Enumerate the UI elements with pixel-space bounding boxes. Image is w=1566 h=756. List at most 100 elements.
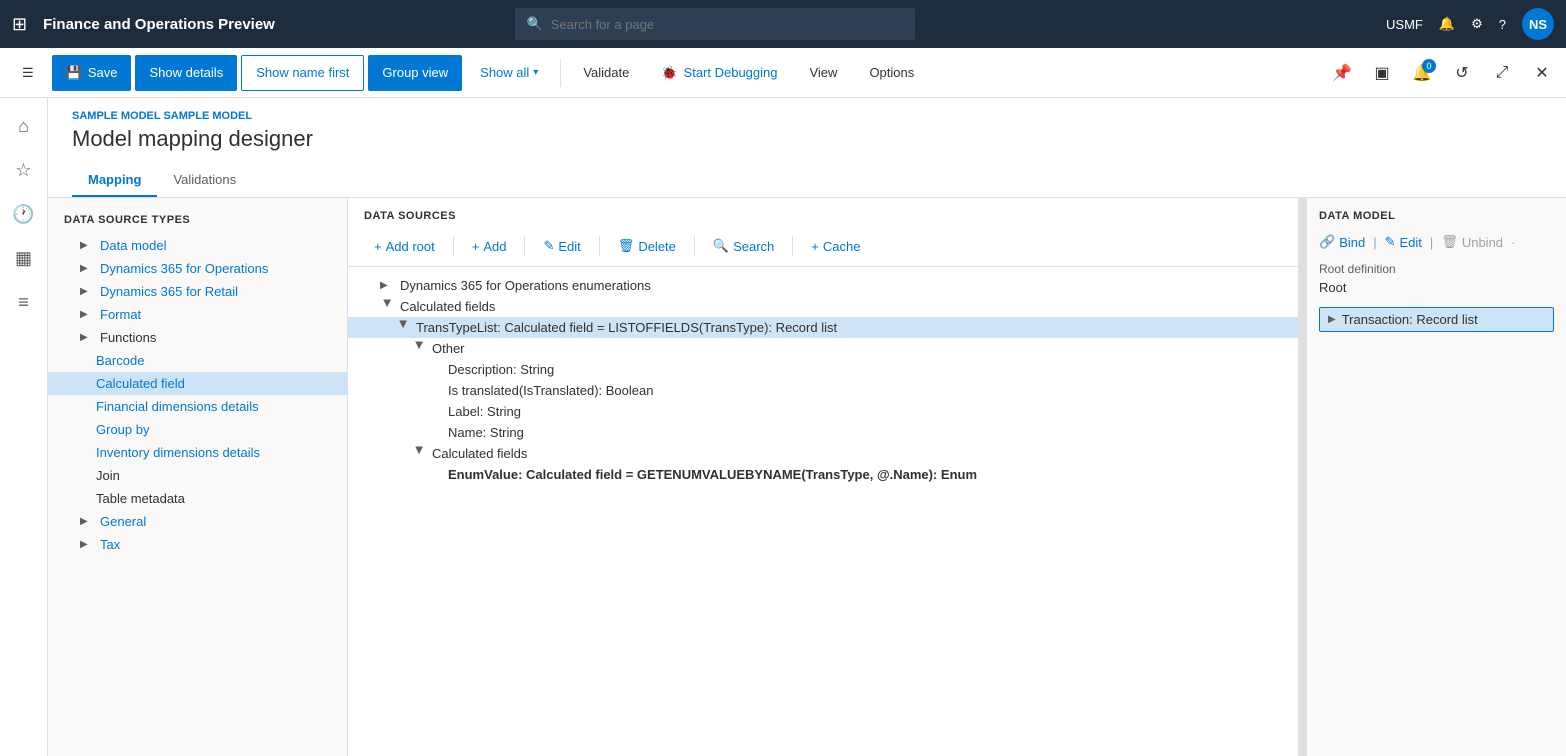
save-button[interactable]: 💾 Save xyxy=(52,55,132,91)
avatar[interactable]: NS xyxy=(1522,8,1554,40)
edit-label: Edit xyxy=(1400,235,1422,250)
user-label: USMF xyxy=(1386,17,1423,32)
sidebar-item-group-by[interactable]: Group by xyxy=(48,418,347,441)
dm-separator-3: · xyxy=(1511,235,1515,250)
search-button[interactable]: 🔍 Search xyxy=(703,234,784,258)
tab-validations[interactable]: Validations xyxy=(157,164,252,197)
pin-icon[interactable]: 📌 xyxy=(1326,57,1358,89)
save-label: Save xyxy=(88,65,118,80)
delete-icon: 🗑 xyxy=(618,238,635,254)
options-button[interactable]: Options xyxy=(855,55,928,91)
sidebar-item-calculated-field[interactable]: Calculated field xyxy=(48,372,347,395)
layout: ⌂ ☆ 🕐 ▦ ≡ SAMPLE MODEL SAMPLE MODEL Mode… xyxy=(0,98,1566,756)
popout-icon[interactable]: ⤢ xyxy=(1486,57,1518,89)
ds-item-enum-value[interactable]: EnumValue: Calculated field = GETENUMVAL… xyxy=(348,464,1298,485)
view-label: View xyxy=(809,65,837,80)
search-icon: 🔍 xyxy=(527,16,543,32)
show-all-chevron-icon: ▾ xyxy=(533,67,538,78)
vertical-splitter[interactable] xyxy=(1298,198,1306,756)
cache-label: Cache xyxy=(823,239,861,254)
cache-button[interactable]: + Cache xyxy=(801,235,870,258)
root-value: Root xyxy=(1319,280,1554,295)
page-header: SAMPLE MODEL SAMPLE MODEL Model mapping … xyxy=(48,98,1566,198)
sidebar-item-barcode[interactable]: Barcode xyxy=(48,349,347,372)
ds-panel-header: DATA SOURCES xyxy=(348,198,1298,230)
show-details-button[interactable]: Show details xyxy=(135,55,237,91)
dm-panel-title: DATA MODEL xyxy=(1319,210,1554,222)
content-area: DATA SOURCE TYPES ▶ Data model ▶ Dynamic… xyxy=(48,198,1566,756)
show-all-button[interactable]: Show all ▾ xyxy=(466,55,552,91)
view-button[interactable]: View xyxy=(795,55,851,91)
close-icon[interactable]: ✕ xyxy=(1526,57,1558,89)
validate-button[interactable]: Validate xyxy=(569,55,643,91)
cache-icon: + xyxy=(811,239,819,254)
unbind-button[interactable]: 🗑 Unbind xyxy=(1441,234,1503,250)
ds-item-other[interactable]: ▶ Other xyxy=(348,338,1298,359)
help-icon[interactable]: ? xyxy=(1499,17,1506,32)
add-root-button[interactable]: + Add root xyxy=(364,235,445,258)
menu-toggle-button[interactable]: ☰ xyxy=(8,55,48,91)
sidebar-item-workspaces[interactable]: ▦ xyxy=(4,238,44,278)
chevron-right-icon: ▶ xyxy=(80,263,94,274)
tabs: Mapping Validations xyxy=(72,164,1542,197)
delete-button[interactable]: 🗑 Delete xyxy=(608,234,686,258)
add-button[interactable]: + Add xyxy=(462,235,517,258)
ds-panel: DATA SOURCES + Add root + Add ✎ Edit xyxy=(348,198,1298,756)
dm-transaction-item[interactable]: ▶ Transaction: Record list xyxy=(1319,307,1554,332)
sidebar-item-favorites[interactable]: ☆ xyxy=(4,150,44,190)
dm-transaction-label: Transaction: Record list xyxy=(1342,312,1478,327)
sidebar-item-functions[interactable]: ▶ Functions xyxy=(48,326,347,349)
ds-tree: ▶ Dynamics 365 for Operations enumeratio… xyxy=(348,267,1298,493)
tab-mapping[interactable]: Mapping xyxy=(72,164,157,197)
ds-item-calculated-fields-2[interactable]: ▶ Calculated fields xyxy=(348,443,1298,464)
ribbon-right: 📌 ▣ 🔔 0 ↺ ⤢ ✕ xyxy=(1326,57,1558,89)
show-name-first-button[interactable]: Show name first xyxy=(241,55,364,91)
start-debugging-label: Start Debugging xyxy=(684,65,778,80)
sidebar-item-inventory-dimensions[interactable]: Inventory dimensions details xyxy=(48,441,347,464)
search-icon: 🔍 xyxy=(713,238,729,254)
sidebar-item-dynamics365-retail[interactable]: ▶ Dynamics 365 for Retail xyxy=(48,280,347,303)
notifications-badge-button[interactable]: 🔔 0 xyxy=(1406,57,1438,89)
search-label: Search xyxy=(733,239,774,254)
ds-item-is-translated[interactable]: Is translated(IsTranslated): Boolean xyxy=(348,380,1298,401)
sidebar-item-general[interactable]: ▶ General xyxy=(48,510,347,533)
sidebar-item-home[interactable]: ⌂ xyxy=(4,106,44,146)
edit-button[interactable]: ✎ Edit xyxy=(1385,234,1422,250)
chevron-right-icon: ▶ xyxy=(80,516,94,527)
grid-icon[interactable]: ⊞ xyxy=(12,14,27,35)
sidebar-item-join[interactable]: Join xyxy=(48,464,347,487)
refresh-icon[interactable]: ↺ xyxy=(1446,57,1478,89)
ds-item-transtype-list[interactable]: ▶ TransTypeList: Calculated field = LIST… xyxy=(348,317,1298,338)
settings-icon[interactable]: ⚙ xyxy=(1471,16,1483,32)
edit-icon: ✎ xyxy=(543,238,554,254)
toolbar-sep-3 xyxy=(599,236,600,256)
bind-button[interactable]: 🔗 Bind xyxy=(1319,234,1365,250)
group-view-label: Group view xyxy=(382,65,448,80)
notification-icon[interactable]: 🔔 xyxy=(1439,16,1455,32)
ds-item-name[interactable]: Name: String xyxy=(348,422,1298,443)
edit-button[interactable]: ✎ Edit xyxy=(533,234,590,258)
sidebar-item-data-model[interactable]: ▶ Data model xyxy=(48,234,347,257)
show-all-label: Show all xyxy=(480,65,529,80)
sidebar-item-format[interactable]: ▶ Format xyxy=(48,303,347,326)
chevron-right-icon: ▶ xyxy=(80,309,94,320)
sidebar-item-financial-dimensions[interactable]: Financial dimensions details xyxy=(48,395,347,418)
delete-label: Delete xyxy=(638,239,676,254)
ds-item-description[interactable]: Description: String xyxy=(348,359,1298,380)
search-input[interactable] xyxy=(551,17,903,32)
sidebar-item-modules[interactable]: ≡ xyxy=(4,282,44,322)
chevron-right-icon: ▶ xyxy=(80,539,94,550)
ds-item-enumerations[interactable]: ▶ Dynamics 365 for Operations enumeratio… xyxy=(348,275,1298,296)
layout-icon[interactable]: ▣ xyxy=(1366,57,1398,89)
sidebar-item-recent[interactable]: 🕐 xyxy=(4,194,44,234)
save-icon: 💾 xyxy=(66,65,82,81)
search-bar[interactable]: 🔍 xyxy=(515,8,915,40)
start-debugging-button[interactable]: 🐞 Start Debugging xyxy=(647,55,791,91)
ds-item-calculated-fields-1[interactable]: ▶ Calculated fields xyxy=(348,296,1298,317)
sidebar-item-table-metadata[interactable]: Table metadata xyxy=(48,487,347,510)
sidebar-item-tax[interactable]: ▶ Tax xyxy=(48,533,347,556)
ds-item-label[interactable]: Label: String xyxy=(348,401,1298,422)
main-content: SAMPLE MODEL SAMPLE MODEL Model mapping … xyxy=(48,98,1566,756)
sidebar-item-dynamics365-ops[interactable]: ▶ Dynamics 365 for Operations xyxy=(48,257,347,280)
group-view-button[interactable]: Group view xyxy=(368,55,462,91)
